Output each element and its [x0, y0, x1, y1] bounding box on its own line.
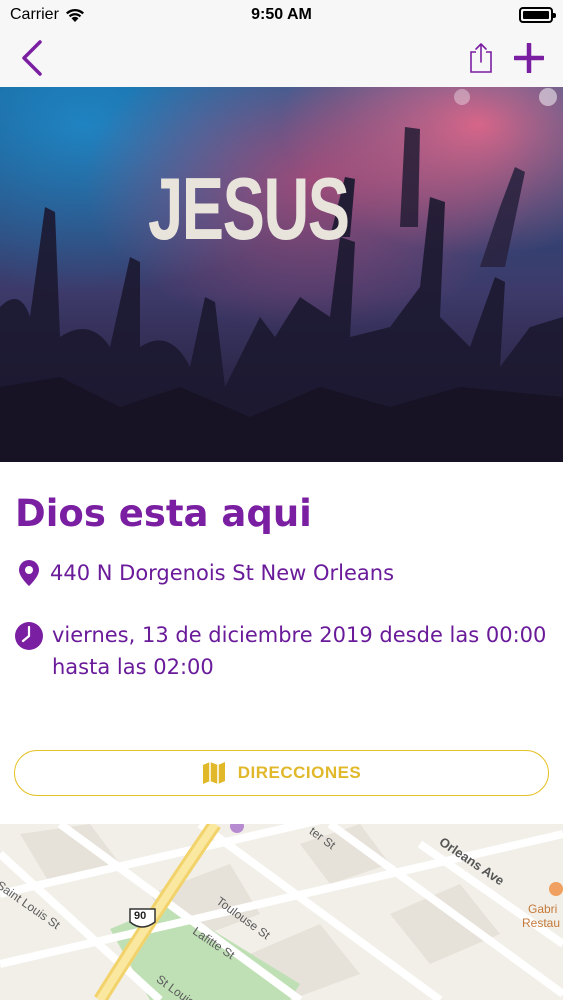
event-time-row: viernes, 13 de diciembre 2019 desde las …	[14, 619, 554, 683]
event-hero-image: JESUS	[0, 87, 563, 462]
nav-bar	[0, 30, 563, 87]
directions-button[interactable]: DIRECCIONES	[14, 750, 549, 796]
event-datetime: viernes, 13 de diciembre 2019 desde las …	[52, 623, 547, 679]
map-streets	[0, 824, 563, 1000]
event-details: Dios esta aqui 440 N Dorgenois St New Or…	[0, 462, 563, 824]
hero-sign-text: JESUS	[148, 159, 350, 258]
directions-label: DIRECCIONES	[237, 763, 362, 782]
status-left: Carrier	[10, 6, 85, 24]
map-highway-number: 90	[134, 910, 147, 922]
map-label-restau: Restau	[522, 916, 561, 930]
status-bar: Carrier 9:50 AM	[0, 0, 563, 30]
battery-icon	[519, 7, 556, 23]
add-button[interactable]	[510, 38, 548, 78]
event-title: Dios esta aqui	[15, 492, 312, 535]
map-pin-icon	[19, 560, 39, 586]
carrier-label: Carrier	[10, 6, 59, 23]
location-map[interactable]: Saint Louis St Toulouse St Lafitte St St…	[0, 824, 563, 1000]
share-button[interactable]	[466, 38, 496, 78]
event-location-row[interactable]: 440 N Dorgenois St New Orleans	[18, 559, 394, 587]
concert-scene-illustration	[0, 87, 563, 462]
map-label-gabri: Gabri	[528, 902, 558, 916]
wifi-icon	[65, 8, 84, 22]
event-location: 440 N Dorgenois St New Orleans	[50, 561, 395, 585]
chevron-left-icon	[22, 40, 42, 76]
map-icon	[202, 762, 225, 784]
share-icon	[470, 43, 492, 73]
plus-icon	[514, 43, 544, 73]
clock-icon	[15, 622, 43, 650]
back-button[interactable]	[14, 38, 50, 78]
